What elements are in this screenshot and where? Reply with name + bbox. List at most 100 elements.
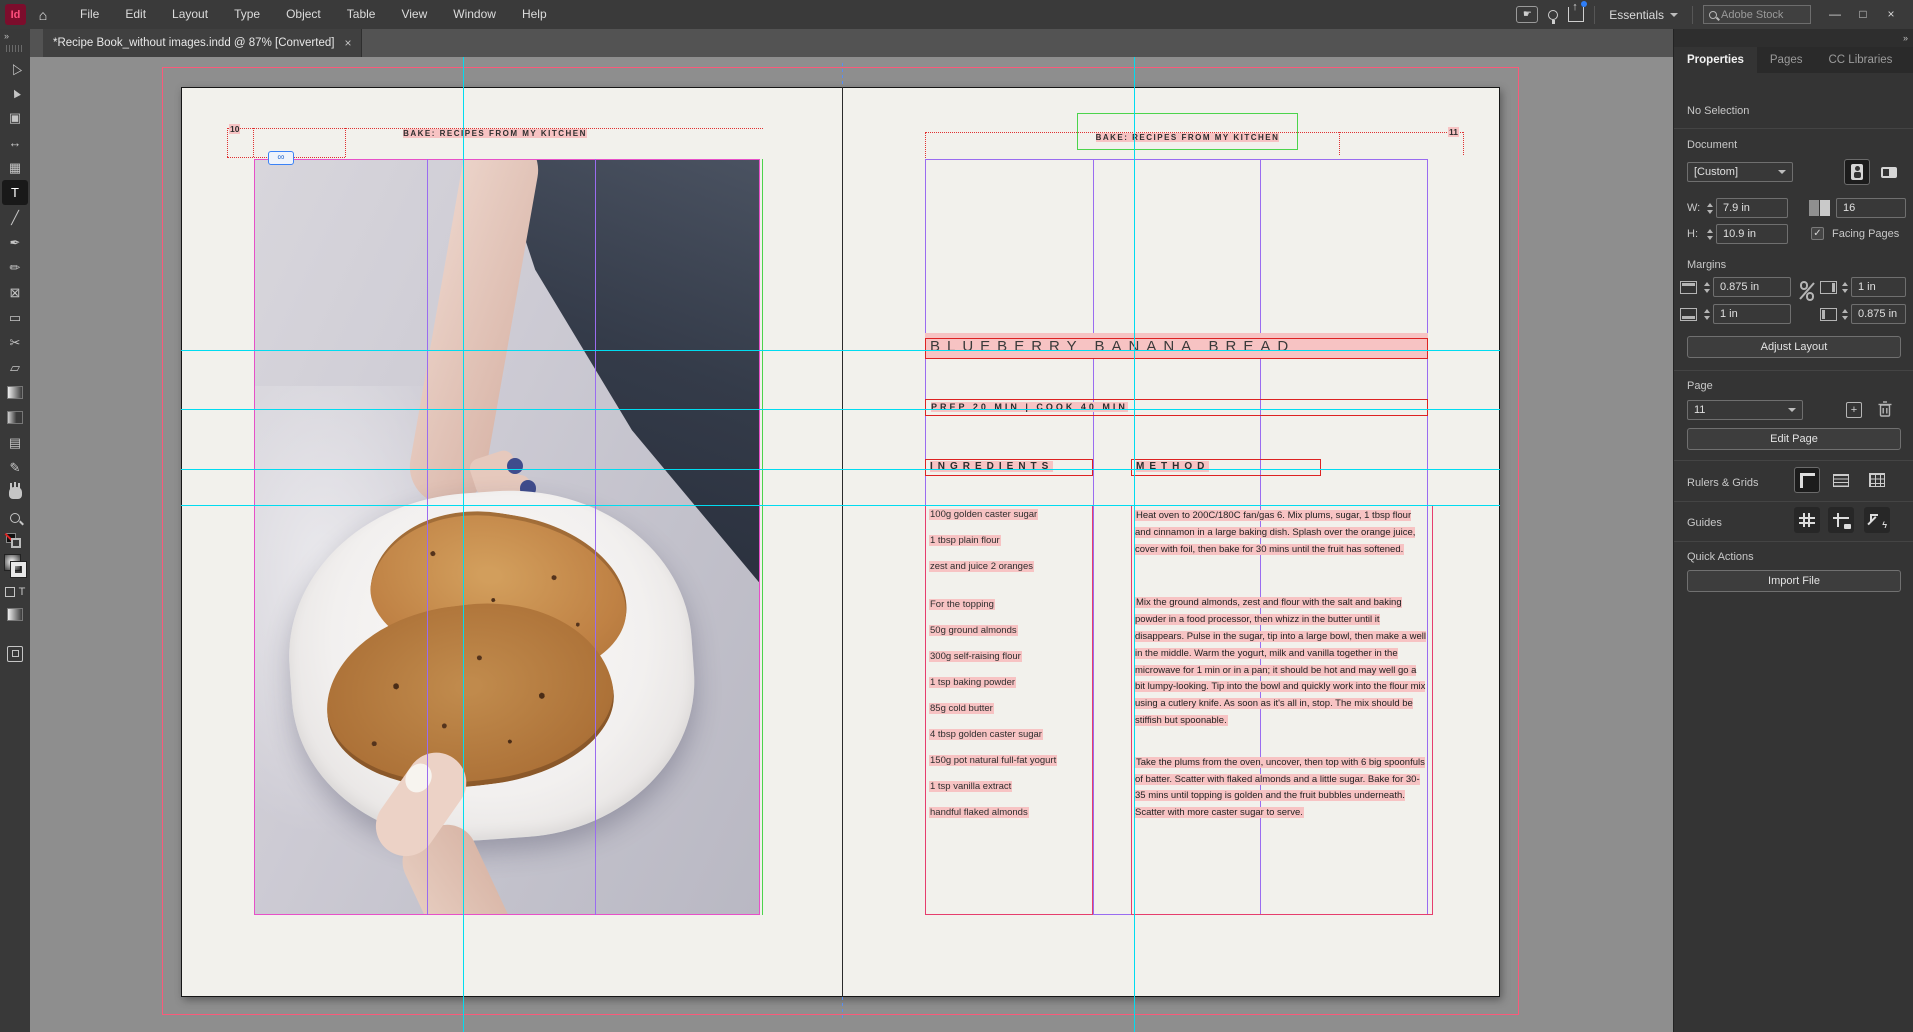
gpu-preview-icon[interactable]: ☛ (1516, 6, 1538, 23)
facing-pages-checkbox[interactable]: ✓ (1811, 227, 1824, 240)
tools-panel-expand-icon[interactable]: » (0, 29, 30, 43)
apply-gradient-button[interactable] (0, 602, 30, 627)
gap-tool[interactable]: ↔ (0, 130, 30, 155)
home-icon[interactable]: ⌂ (35, 7, 51, 23)
portrait-icon (1851, 164, 1863, 180)
screen-mode-button[interactable] (0, 641, 30, 666)
margin-right-field[interactable]: 1 in (1851, 277, 1906, 297)
photo-nail (507, 458, 523, 475)
left-running-header[interactable]: BAKE: RECIPES FROM MY KITCHEN (227, 123, 763, 141)
margin-right-stepper[interactable] (1840, 277, 1849, 297)
orientation-portrait-button[interactable] (1844, 159, 1870, 185)
formatting-affects-container-button[interactable] (5, 587, 15, 597)
column-guide (595, 159, 596, 915)
ruler-guide-vertical[interactable] (1134, 57, 1135, 1032)
menu-object[interactable]: Object (273, 0, 334, 29)
free-transform-tool[interactable]: ▱ (0, 355, 30, 380)
baseline-grid-button[interactable] (1828, 467, 1854, 493)
share-icon[interactable] (1568, 7, 1584, 22)
link-margins-broken-icon[interactable] (1798, 281, 1816, 301)
document-preset-select[interactable]: [Custom] (1687, 162, 1793, 182)
margin-top-field[interactable]: 0.875 in (1713, 277, 1791, 297)
window-close-button[interactable]: × (1877, 0, 1905, 29)
import-file-button[interactable]: Import File (1687, 570, 1901, 592)
hand-tool[interactable] (0, 480, 30, 505)
gradient-icon (7, 386, 23, 399)
tab-cc-libraries[interactable]: CC Libraries (1816, 47, 1906, 73)
margin-left-stepper[interactable] (1840, 304, 1849, 324)
document-grid-button[interactable] (1864, 467, 1890, 493)
tools-panel-grip[interactable] (6, 45, 24, 52)
adjust-layout-button[interactable]: Adjust Layout (1687, 336, 1901, 358)
right-running-header[interactable]: BAKE: RECIPES FROM MY KITCHEN (1077, 127, 1298, 145)
document-tab[interactable]: *Recipe Book_without images.indd @ 87% [… (43, 29, 362, 57)
window-minimize-button[interactable]: — (1821, 0, 1849, 29)
menu-help[interactable]: Help (509, 0, 560, 29)
right-page-number[interactable]: 11 (1448, 127, 1459, 137)
menu-table[interactable]: Table (334, 0, 389, 29)
ruler-guide-horizontal[interactable] (181, 350, 1500, 351)
pencil-tool[interactable]: ✏ (0, 255, 30, 280)
height-field[interactable]: 10.9 in (1716, 224, 1788, 244)
ruler-guide-horizontal[interactable] (181, 409, 1500, 410)
note-tool[interactable]: ▤ (0, 430, 30, 455)
rectangle-tool[interactable]: ▭ (0, 305, 30, 330)
page-tool[interactable]: ▣ (0, 105, 30, 130)
page-number-select[interactable]: 11 (1687, 400, 1803, 420)
document-canvas[interactable]: 10 BAKE: RECIPES FROM MY KITCHEN ∞ BAKE:… (30, 57, 1673, 1032)
ruler-guide-horizontal[interactable] (181, 469, 1500, 470)
menu-view[interactable]: View (388, 0, 440, 29)
type-tool[interactable]: T (2, 180, 28, 205)
gradient-feather-tool[interactable] (0, 405, 30, 430)
window-restore-button[interactable]: □ (1849, 0, 1877, 29)
delete-page-button[interactable] (1878, 401, 1892, 418)
margin-left-field[interactable]: 0.875 in (1851, 304, 1906, 324)
indesign-logo-icon[interactable]: Id (5, 4, 26, 25)
margin-bottom-stepper[interactable] (1702, 304, 1711, 324)
eyedropper-tool[interactable]: ✎ (0, 455, 30, 480)
panel-tabs: Properties Pages CC Libraries (1674, 47, 1913, 73)
orientation-landscape-button[interactable] (1876, 159, 1902, 185)
ruler-guide-vertical[interactable] (463, 57, 464, 1032)
gradient-tool[interactable] (0, 380, 30, 405)
show-guides-button[interactable] (1794, 507, 1820, 533)
selection-tool[interactable]: △ (0, 55, 30, 80)
fill-stroke-swatches[interactable] (0, 552, 30, 582)
workspace-switcher[interactable]: Essentials (1605, 8, 1682, 22)
menu-file[interactable]: File (67, 0, 112, 29)
menu-type[interactable]: Type (221, 0, 273, 29)
tab-close-icon[interactable]: × (344, 36, 351, 50)
direct-selection-tool[interactable]: ▲ (0, 80, 30, 105)
width-stepper[interactable] (1705, 198, 1714, 218)
margin-bottom-field[interactable]: 1 in (1713, 304, 1791, 324)
panel-collapse-icon[interactable]: » (1903, 33, 1908, 43)
prep-time-text: PREP 20 MIN | COOK 40 MIN (928, 401, 1131, 413)
pen-tool[interactable]: ✒ (0, 230, 30, 255)
linked-file-badge[interactable]: ∞ (268, 151, 294, 165)
recipe-photo-frame[interactable] (254, 159, 760, 915)
height-stepper[interactable] (1705, 224, 1714, 244)
line-tool[interactable]: ╱ (0, 205, 30, 230)
ruler-guide-horizontal[interactable] (181, 505, 1500, 506)
margin-top-stepper[interactable] (1702, 277, 1711, 297)
width-field[interactable]: 7.9 in (1716, 198, 1788, 218)
pages-count-field[interactable]: 16 (1836, 198, 1906, 218)
menu-window[interactable]: Window (440, 0, 509, 29)
menu-layout[interactable]: Layout (159, 0, 221, 29)
smart-guides-button[interactable]: ϟ (1864, 507, 1890, 533)
content-collector-tool[interactable]: ▦ (0, 155, 30, 180)
learn-lightbulb-icon[interactable] (1548, 10, 1558, 20)
frame-tool[interactable]: ⊠ (0, 280, 30, 305)
adobe-stock-search-input[interactable]: Adobe Stock (1703, 5, 1811, 24)
fill-stroke-swatches-small[interactable] (0, 530, 30, 552)
show-rulers-button[interactable] (1794, 467, 1820, 493)
tab-properties[interactable]: Properties (1674, 47, 1757, 73)
zoom-tool[interactable] (0, 505, 30, 530)
formatting-affects-text-button[interactable]: T (19, 586, 26, 598)
lock-guides-button[interactable] (1828, 507, 1854, 533)
edit-page-button[interactable]: Edit Page (1687, 428, 1901, 450)
tab-pages[interactable]: Pages (1757, 47, 1816, 73)
scissors-tool[interactable]: ✂ (0, 330, 30, 355)
add-page-button[interactable]: + (1846, 402, 1862, 418)
menu-edit[interactable]: Edit (112, 0, 159, 29)
